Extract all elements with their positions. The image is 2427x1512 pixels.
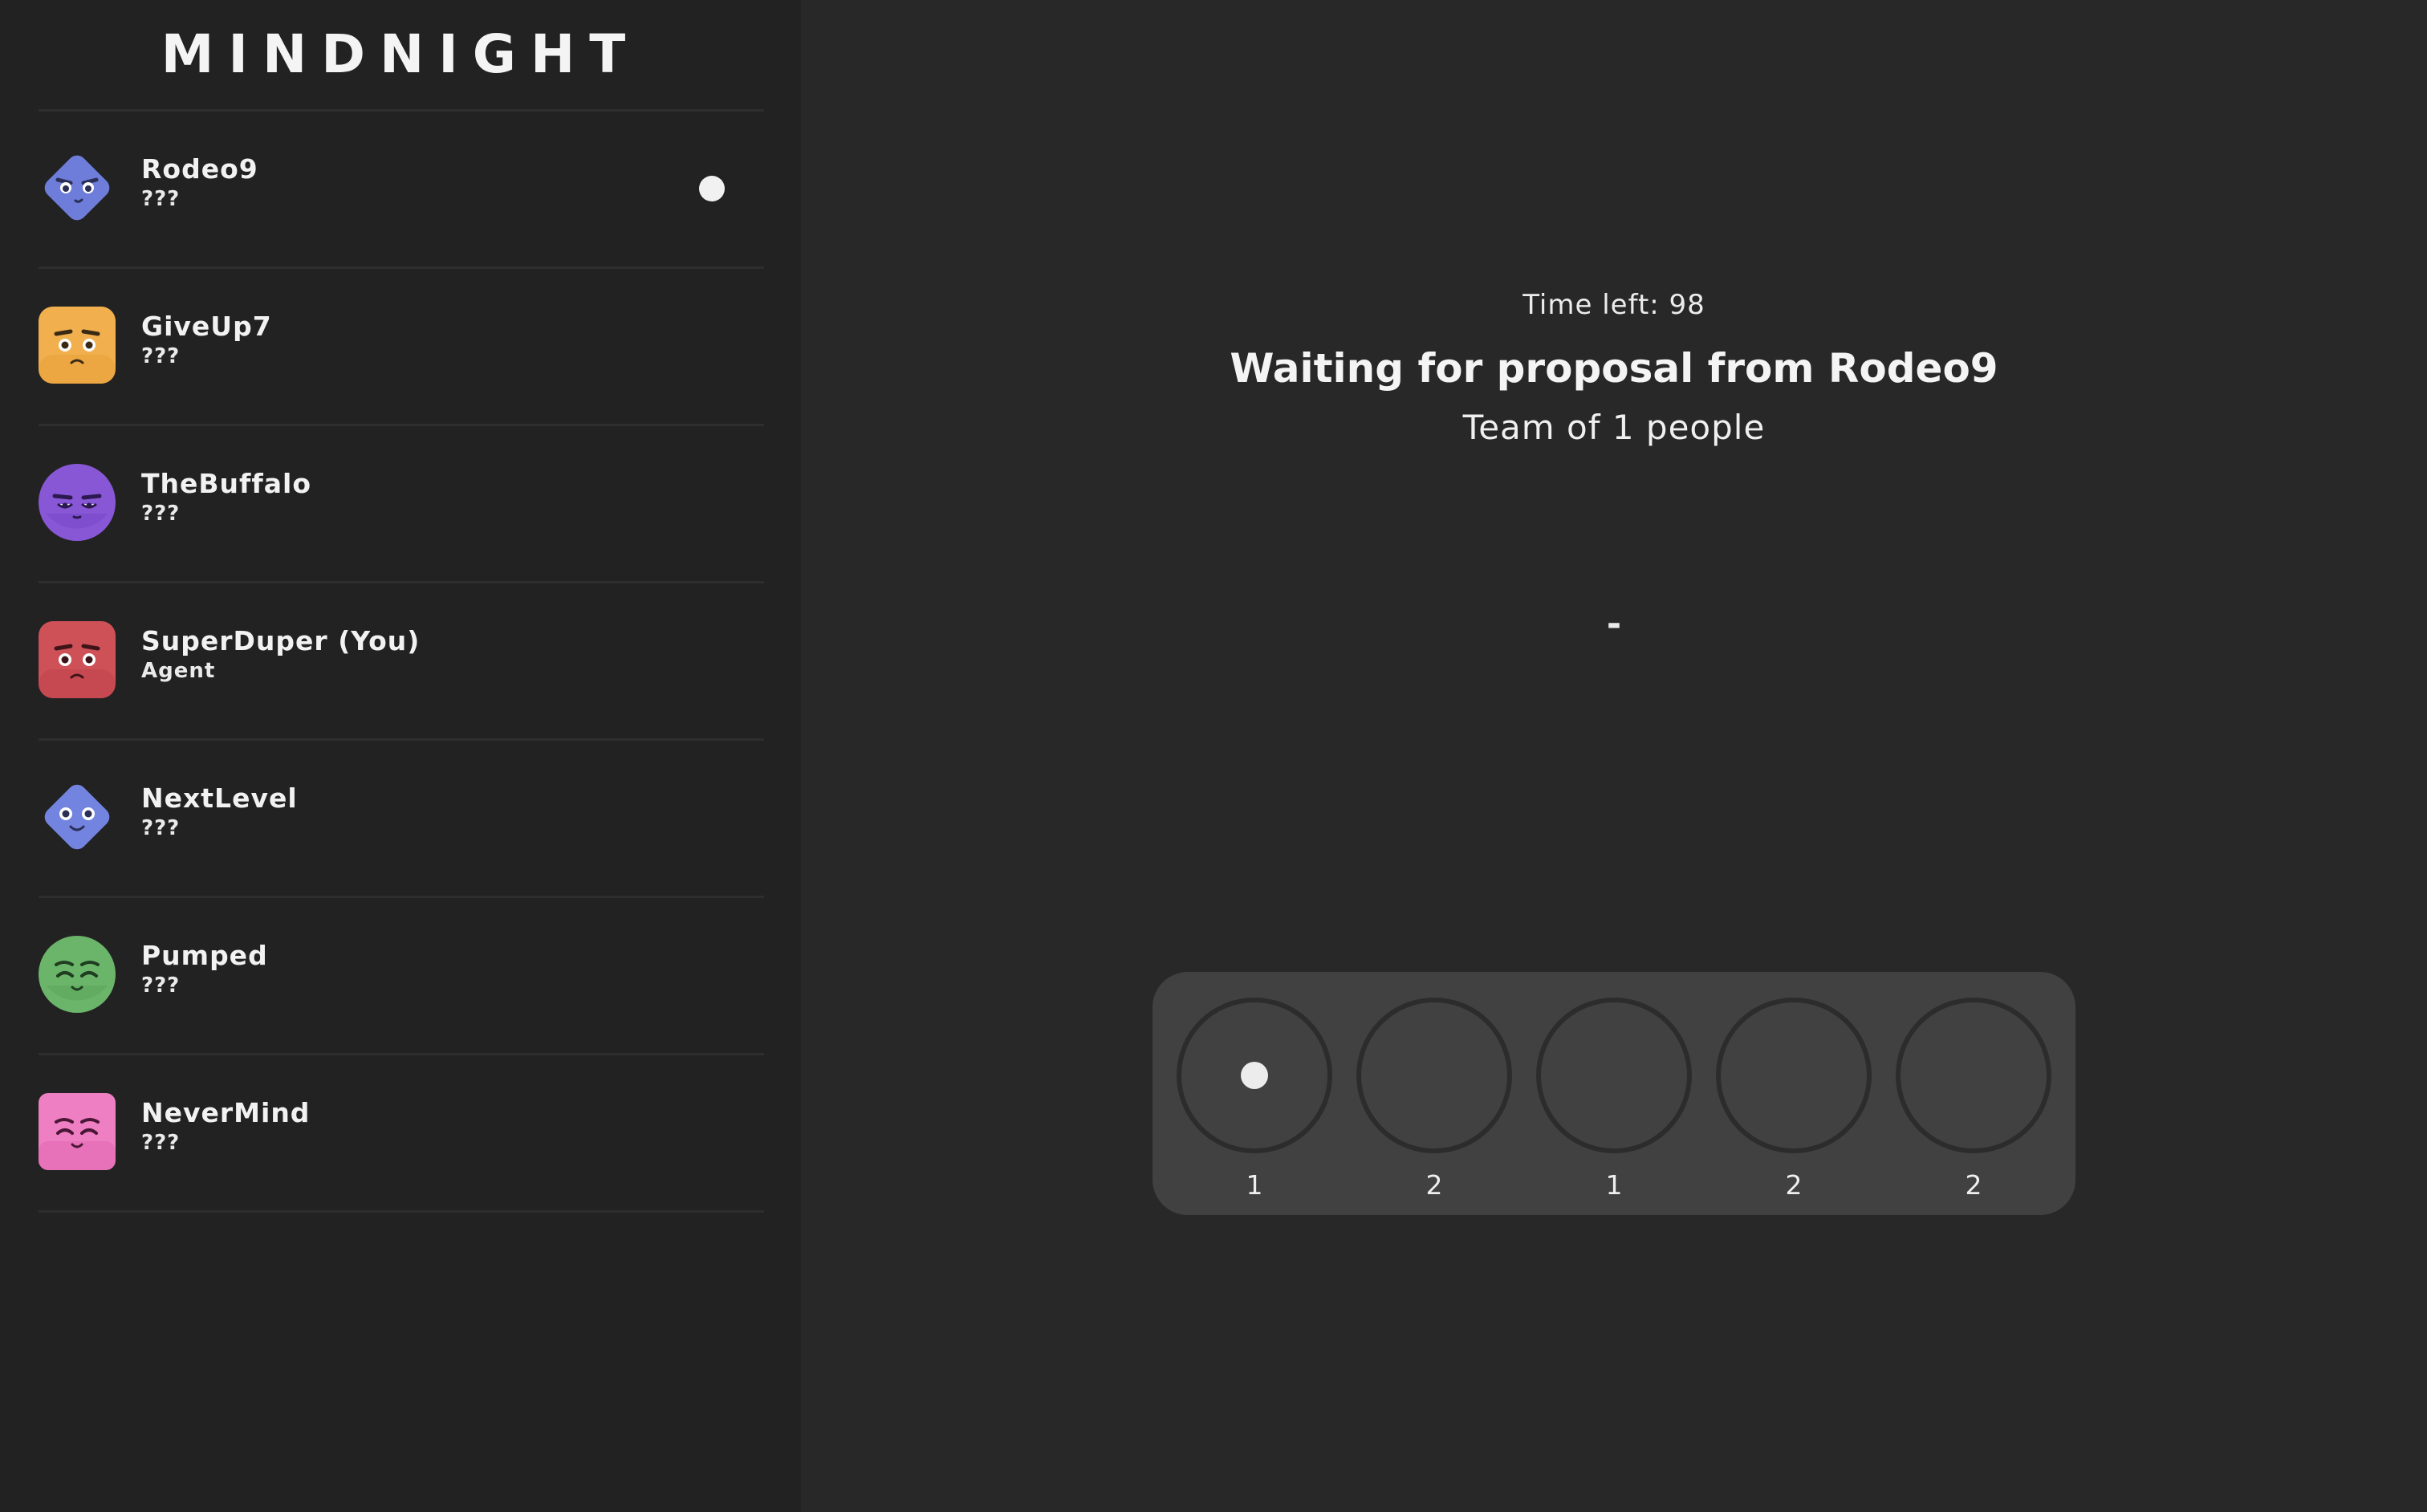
player-role: ??? [141, 1131, 181, 1155]
game-main-area: Time left: 98 Waiting for proposal from … [801, 0, 2427, 1512]
leader-indicator-icon [699, 176, 725, 201]
player-name: Rodeo9 [141, 153, 258, 185]
current-mission-indicator-icon [1241, 1062, 1268, 1089]
mission-node-3: 1 [1536, 998, 1692, 1201]
player-name: GiveUp7 [141, 311, 272, 342]
red-square-worried-face-icon [39, 621, 116, 698]
player-name: NextLevel [141, 782, 298, 814]
mission-node-5: 2 [1896, 998, 2051, 1201]
purple-circle-sleepy-face-icon [39, 464, 116, 541]
player-row-rodeo9[interactable]: Rodeo9 ??? [39, 112, 764, 264]
mission-tracker: 1 2 1 2 2 [1153, 972, 2075, 1215]
player-row-thebuffalo[interactable]: TheBuffalo ??? [39, 426, 764, 579]
proposal-status-heading: Waiting for proposal from Rodeo9 [1230, 345, 1998, 392]
mission-team-size: 2 [1785, 1169, 1803, 1201]
mission-ring [1896, 998, 2051, 1153]
player-row-giveup7[interactable]: GiveUp7 ??? [39, 269, 764, 421]
orange-square-worried-face-icon [39, 307, 116, 384]
game-screen: MINDNIGHT Rodeo9 ??? GiveUp7 ??? TheBuff… [0, 0, 2427, 1512]
player-row-nextlevel[interactable]: NextLevel ??? [39, 741, 764, 893]
player-row-nevermind[interactable]: NeverMind ??? [39, 1055, 764, 1208]
mission-node-4: 2 [1716, 998, 1872, 1201]
mission-node-1: 1 [1177, 998, 1332, 1201]
player-role: ??? [141, 502, 181, 526]
mission-ring [1536, 998, 1692, 1153]
player-role: ??? [141, 344, 181, 368]
team-size-label: Team of 1 people [1462, 408, 1766, 447]
player-sidebar: MINDNIGHT Rodeo9 ??? GiveUp7 ??? TheBuff… [0, 0, 801, 1512]
mission-team-size: 2 [1965, 1169, 1982, 1201]
mission-team-size: 1 [1605, 1169, 1623, 1201]
green-circle-happy-face-icon [39, 936, 116, 1013]
player-role: Agent [141, 659, 216, 683]
mission-team-size: 1 [1246, 1169, 1263, 1201]
player-role: ??? [141, 187, 181, 211]
mission-team-size: 2 [1425, 1169, 1443, 1201]
proposed-team-placeholder: - [1606, 604, 1622, 644]
mission-ring [1356, 998, 1512, 1153]
player-name: NeverMind [141, 1097, 311, 1128]
blue-diamond-neutral-face-icon [44, 784, 110, 850]
time-left-label: Time left: 98 [1522, 289, 1705, 321]
mission-ring [1716, 998, 1872, 1153]
player-name: SuperDuper (You) [141, 625, 421, 656]
game-logo: MINDNIGHT [161, 23, 640, 85]
player-row-pumped[interactable]: Pumped ??? [39, 898, 764, 1051]
blue-diamond-angry-face-icon [44, 155, 110, 221]
player-name: Pumped [141, 940, 268, 971]
divider [39, 1210, 764, 1213]
mission-node-2: 2 [1356, 998, 1512, 1201]
player-row-superduper-you[interactable]: SuperDuper (You) Agent [39, 583, 764, 736]
player-name: TheBuffalo [141, 468, 311, 499]
player-role: ??? [141, 816, 181, 840]
pink-square-happy-face-icon [39, 1093, 116, 1170]
player-role: ??? [141, 973, 181, 998]
